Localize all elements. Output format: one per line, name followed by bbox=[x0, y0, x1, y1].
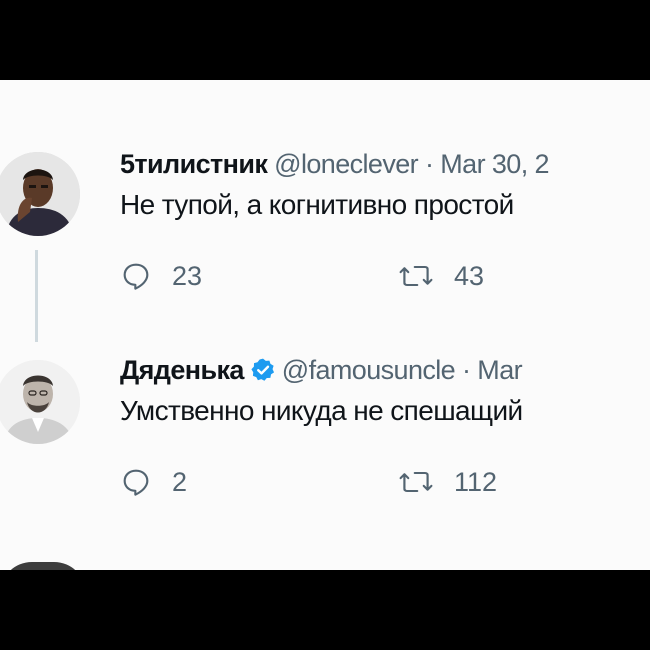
thread-connector-line bbox=[35, 250, 38, 342]
avatar-famousuncle[interactable] bbox=[0, 360, 80, 444]
tweet-date[interactable]: Mar bbox=[477, 355, 522, 385]
retweet-count: 43 bbox=[454, 260, 485, 291]
separator-dot: · bbox=[461, 355, 471, 385]
tweet-actions: 2 112 bbox=[120, 466, 640, 500]
display-name[interactable]: Дяденька bbox=[120, 355, 244, 385]
reply-button[interactable]: 23 bbox=[120, 260, 202, 292]
retweet-button[interactable]: 43 bbox=[398, 260, 484, 292]
avatar-image bbox=[0, 360, 80, 444]
verified-badge-icon bbox=[251, 358, 274, 381]
avatar-loneclever[interactable] bbox=[0, 152, 80, 236]
tweet-header: Дяденька @famousuncle · Mar bbox=[120, 354, 523, 386]
separator-dot: · bbox=[424, 149, 434, 179]
reply-button[interactable]: 2 bbox=[120, 466, 187, 498]
retweet-icon bbox=[399, 471, 433, 493]
tweet-thread-card: 5тилистник @loneclever · Mar 30, 2 Не ту… bbox=[0, 80, 650, 570]
reply-count: 23 bbox=[172, 260, 203, 291]
tweet-text: Не тупой, а когнитивно простой bbox=[120, 189, 514, 220]
user-handle[interactable]: @loneclever bbox=[274, 149, 418, 179]
retweet-button[interactable]: 112 bbox=[398, 466, 497, 498]
tweet-actions: 23 43 bbox=[120, 260, 640, 294]
regenerate-count-pill[interactable]: 2 bbox=[0, 562, 86, 570]
reply-count: 2 bbox=[172, 466, 188, 497]
retweet-icon bbox=[399, 265, 433, 287]
avatar-image bbox=[0, 152, 80, 236]
retweet-count: 112 bbox=[454, 466, 498, 497]
reply-icon bbox=[123, 469, 149, 496]
user-handle[interactable]: @famousuncle bbox=[282, 355, 456, 385]
reply-icon bbox=[123, 263, 149, 290]
display-name[interactable]: 5тилистник bbox=[120, 149, 268, 179]
tweet-date[interactable]: Mar 30, 2 bbox=[440, 149, 549, 179]
screenshot-stage: 5тилистник @loneclever · Mar 30, 2 Не ту… bbox=[0, 0, 650, 650]
tweet-header: 5тилистник @loneclever · Mar 30, 2 bbox=[120, 148, 550, 180]
tweet-text: Умственно никуда не спешащий bbox=[120, 395, 523, 426]
